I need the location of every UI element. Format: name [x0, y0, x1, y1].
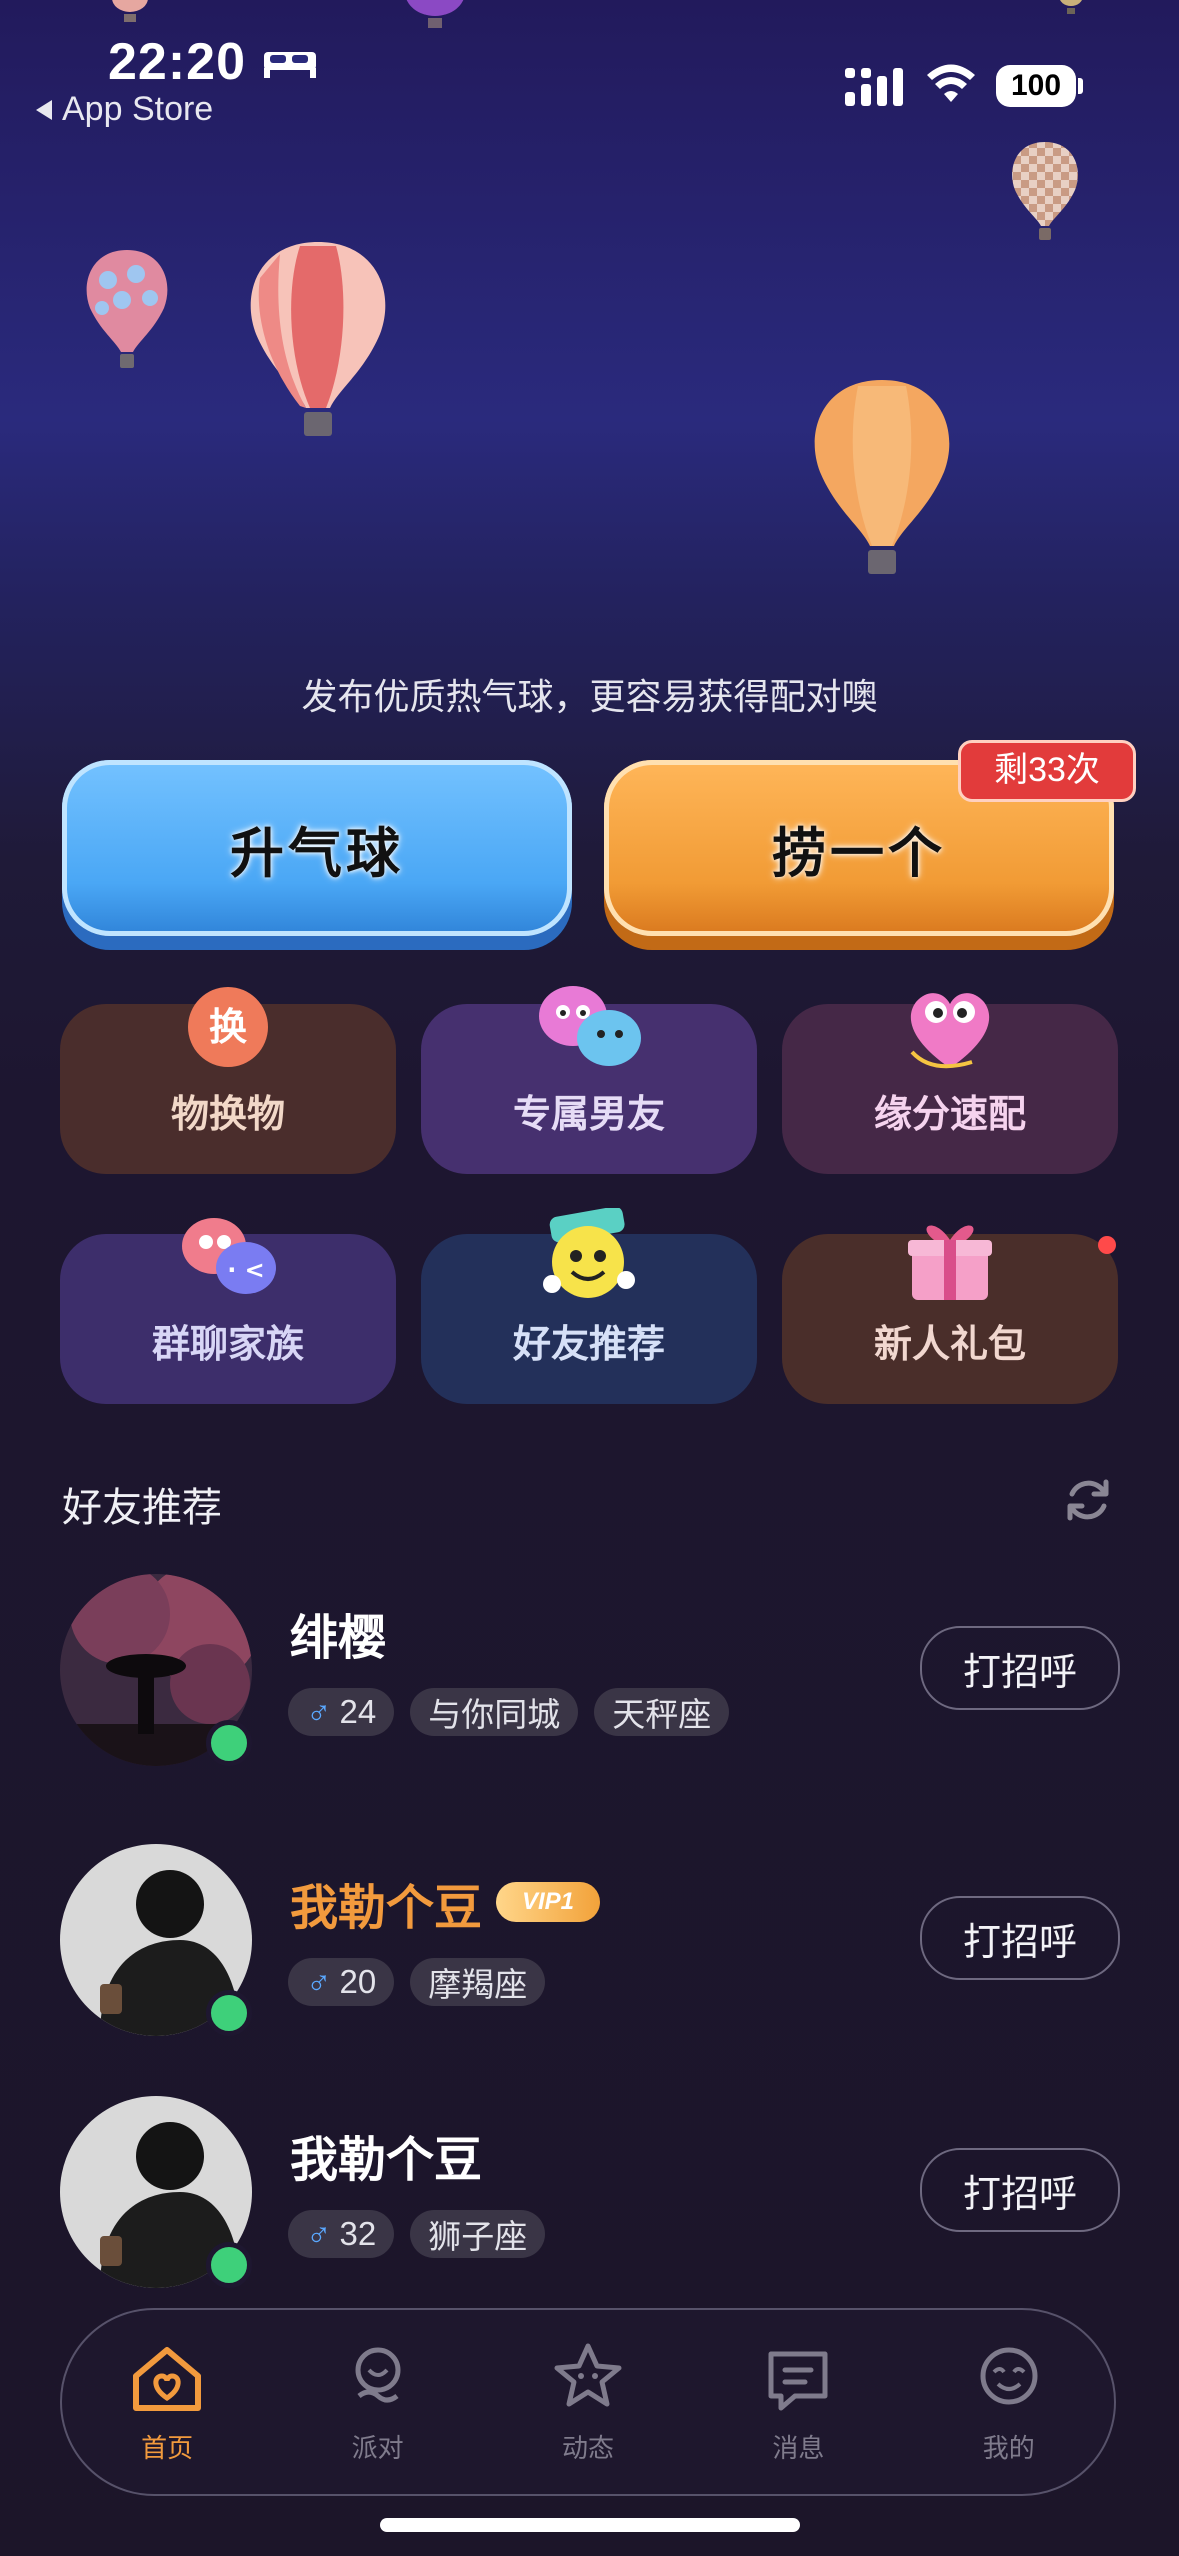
message-icon — [768, 2351, 828, 2410]
list-item[interactable]: 我勒个豆 VIP1 ♂ 20 摩羯座 打招呼 — [0, 1840, 1179, 2040]
list-item[interactable]: 绯樱 ♂ 24 与你同城 天秤座 打招呼 — [0, 1570, 1179, 1770]
male-icon: ♂ — [306, 1962, 332, 2001]
battery-tip — [1078, 78, 1083, 94]
male-icon: ♂ — [306, 2214, 332, 2253]
rise-balloon-button[interactable]: 升气球 — [62, 760, 572, 936]
group-chat-icon: · < — [182, 1218, 276, 1294]
user-tag: 摩羯座 — [410, 1958, 546, 2006]
age-tag: ♂ 24 — [288, 1688, 395, 1736]
home-indicator[interactable] — [380, 2518, 800, 2532]
user-name: 我勒个豆 — [290, 2134, 483, 2187]
svg-text:· <: · < — [227, 1256, 265, 1284]
tile-barter[interactable]: 换 物换物 — [60, 987, 396, 1174]
gift-icon — [908, 1225, 992, 1300]
back-to-app-store[interactable]: App Store — [36, 90, 213, 129]
tile-fate-match[interactable]: 缘分速配 — [782, 993, 1118, 1174]
age-tag: ♂ 32 — [288, 2210, 395, 2258]
tile-exclusive-boyfriend[interactable]: 专属男友 — [421, 986, 757, 1174]
balloon-icon — [112, 0, 148, 22]
status-time: 22:20 — [108, 33, 246, 91]
tab-home[interactable]: 首页 — [92, 2340, 242, 2465]
user-name: 绯樱 — [290, 1612, 387, 1665]
male-icon: ♂ — [306, 1692, 332, 1731]
hero-tagline: 发布优质热气球，更容易获得配对噢 — [301, 676, 878, 717]
greet-button[interactable]: 打招呼 — [920, 2148, 1120, 2232]
boyfriend-icon — [539, 986, 641, 1066]
tile-group-family[interactable]: · < 群聊家族 — [60, 1218, 396, 1404]
user-tag: 狮子座 — [410, 2210, 546, 2258]
wifi-icon — [927, 64, 975, 102]
profile-icon — [980, 2347, 1038, 2404]
remaining-count-badge: 剩33次 — [958, 740, 1136, 802]
battery-level: 100 — [996, 65, 1076, 107]
heart-match-icon — [910, 993, 990, 1069]
sleep-focus-icon — [264, 52, 316, 78]
svg-text:换: 换 — [209, 1005, 247, 1049]
party-icon — [355, 2347, 401, 2402]
section-title: 好友推荐 — [62, 1486, 222, 1530]
user-name: 我勒个豆 — [290, 1882, 483, 1935]
tab-messages[interactable]: 消息 — [723, 2340, 873, 2465]
tab-party[interactable]: 派对 — [303, 2340, 453, 2465]
online-status-dot — [206, 1720, 252, 1766]
moments-icon — [554, 2343, 622, 2406]
balloon-icon — [406, 0, 464, 28]
user-tags: ♂ 20 摩羯座 — [288, 1958, 546, 2006]
bottom-tab-bar: 首页 派对 动态 消息 我的 — [60, 2308, 1116, 2496]
user-tags: ♂ 24 与你同城 天秤座 — [288, 1688, 730, 1736]
online-status-dot — [206, 1990, 252, 2036]
friend-recommend-icon — [543, 1208, 635, 1298]
home-icon — [133, 2346, 202, 2411]
balloon-icon — [1012, 142, 1078, 240]
greet-button[interactable]: 打招呼 — [920, 1896, 1120, 1980]
tile-friend-recommend[interactable]: 好友推荐 — [421, 1208, 757, 1404]
swap-icon: 换 — [188, 987, 268, 1067]
refresh-icon[interactable] — [1062, 1474, 1114, 1526]
tile-newbie-gift[interactable]: 新人礼包 — [782, 1225, 1118, 1404]
balloon-icon — [814, 380, 950, 574]
online-status-dot — [206, 2242, 252, 2288]
balloon-icon — [86, 250, 168, 368]
tab-moments[interactable]: 动态 — [513, 2340, 663, 2465]
user-tag: 天秤座 — [594, 1688, 730, 1736]
user-tags: ♂ 32 狮子座 — [288, 2210, 546, 2258]
cellular-signal-icon — [845, 68, 903, 106]
list-item[interactable]: 我勒个豆 ♂ 32 狮子座 打招呼 — [0, 2092, 1179, 2292]
greet-button[interactable]: 打招呼 — [920, 1626, 1120, 1710]
vip-badge: VIP1 — [496, 1882, 600, 1922]
new-dot-badge — [1098, 1236, 1116, 1254]
tab-profile[interactable]: 我的 — [934, 2340, 1084, 2465]
balloon-icon — [250, 242, 386, 436]
user-tag: 与你同城 — [410, 1688, 579, 1736]
age-tag: ♂ 20 — [288, 1958, 395, 2006]
balloon-icon — [1060, 0, 1082, 14]
back-arrow-icon — [36, 99, 52, 120]
